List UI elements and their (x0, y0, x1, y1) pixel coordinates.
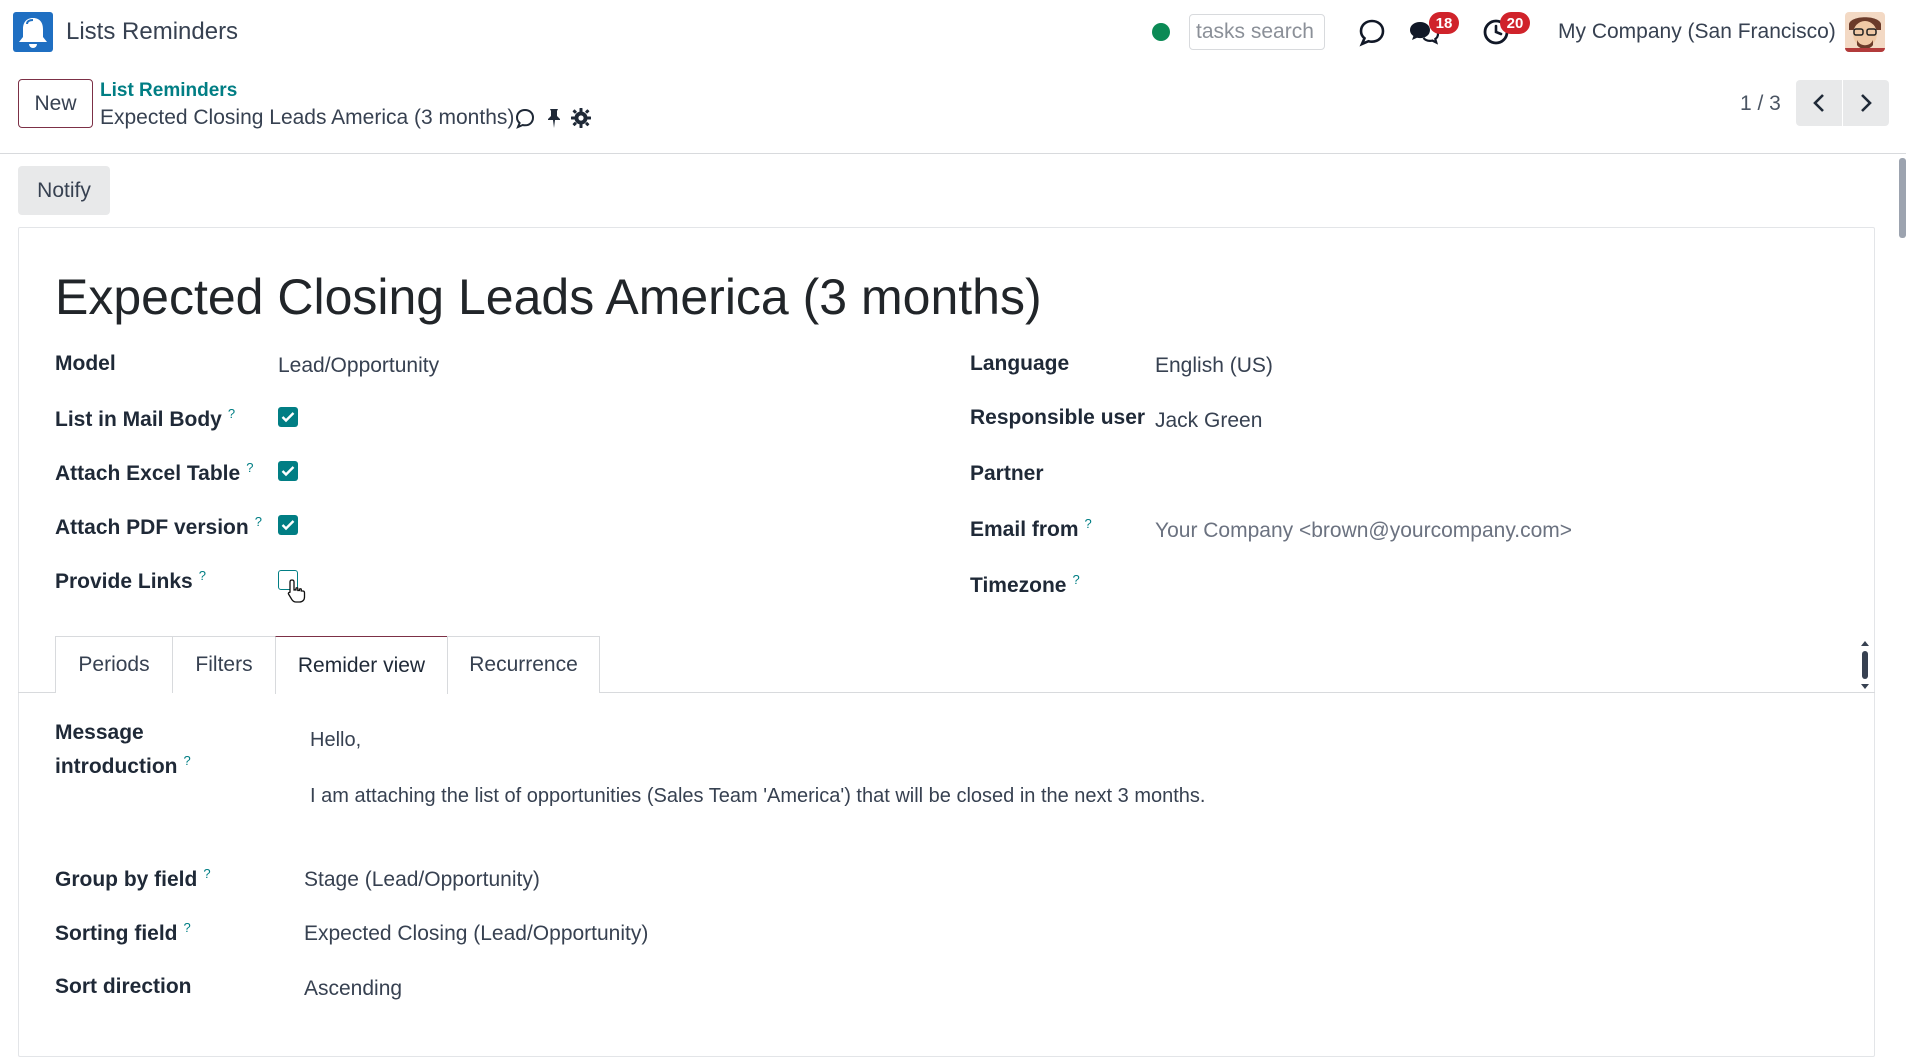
chatter-icon[interactable] (513, 106, 537, 130)
list-in-body-label-text: List in Mail Body (55, 408, 222, 431)
help-tooltip-icon[interactable]: ? (246, 460, 253, 475)
new-button[interactable]: New (18, 79, 93, 128)
group-by-value[interactable]: Stage (Lead/Opportunity) (304, 868, 540, 892)
email-from-label: Email from? (970, 516, 1092, 542)
help-tooltip-icon[interactable]: ? (1072, 572, 1079, 587)
help-tooltip-icon[interactable]: ? (199, 568, 206, 583)
email-from-label-text: Email from (970, 518, 1079, 541)
help-tooltip-icon[interactable]: ? (1085, 516, 1092, 531)
activities-count-badge: 20 (1500, 12, 1530, 34)
sort-direction-label: Sort direction (55, 975, 192, 998)
list-in-body-checkbox[interactable] (278, 407, 298, 427)
responsible-user-label: Responsible user (970, 406, 1146, 429)
chevron-left-icon (1813, 94, 1824, 112)
provide-links-label: Provide Links? (55, 568, 206, 594)
messages-count-badge: 18 (1429, 12, 1459, 34)
message-intro-line-2[interactable]: I am attaching the list of opportunities… (310, 785, 1206, 808)
help-tooltip-icon[interactable]: ? (184, 920, 191, 935)
notify-button[interactable]: Notify (18, 166, 110, 215)
bell-app-icon[interactable] (13, 12, 53, 52)
message-intro-label-text: introduction (55, 755, 178, 778)
sorting-field-label-text: Sorting field (55, 922, 178, 945)
attach-pdf-label: Attach PDF version? (55, 514, 262, 540)
help-tooltip-icon[interactable]: ? (255, 514, 262, 529)
pointer-cursor-icon (286, 578, 308, 604)
list-in-body-label: List in Mail Body? (55, 406, 235, 432)
language-value: English (US) (1155, 354, 1273, 377)
tab-periods[interactable]: Periods (55, 636, 173, 693)
attach-pdf-label-text: Attach PDF version (55, 516, 249, 539)
pager-previous-button[interactable] (1796, 80, 1842, 126)
partner-label: Partner (970, 462, 1044, 485)
sorting-field-label: Sorting field? (55, 920, 191, 946)
gear-icon[interactable] (569, 106, 593, 130)
company-switcher[interactable]: My Company (San Francisco) (1558, 20, 1836, 44)
responsible-user-value[interactable]: Jack Green (1155, 409, 1262, 433)
timezone-label-text: Timezone (970, 574, 1067, 597)
attach-excel-checkbox[interactable] (278, 461, 298, 481)
model-label: Model (55, 352, 116, 375)
chevron-right-icon (1861, 94, 1872, 112)
user-avatar[interactable] (1845, 12, 1885, 52)
sort-direction-value[interactable]: Ascending (304, 977, 402, 1001)
top-navbar: Lists Reminders 18 20 My Company (San Fr… (0, 0, 1906, 66)
breadcrumb-list-reminders[interactable]: List Reminders (100, 80, 237, 102)
model-value: Lead/Opportunity (278, 354, 440, 377)
tab-scroll-indicator[interactable] (1860, 640, 1870, 690)
provide-links-label-text: Provide Links (55, 570, 193, 593)
language-label: Language (970, 352, 1070, 375)
record-title[interactable]: Expected Closing Leads America (3 months… (55, 268, 1042, 326)
message-intro-label-line2: introduction? (55, 753, 191, 779)
chatter-discuss-icon[interactable] (1354, 14, 1390, 50)
presence-status-dot (1152, 23, 1170, 41)
message-intro-label-line1: Message (55, 721, 144, 744)
tab-recurrence[interactable]: Recurrence (447, 636, 600, 693)
page-scrollbar[interactable] (1899, 158, 1906, 238)
group-by-label-text: Group by field (55, 868, 198, 891)
timezone-label: Timezone? (970, 572, 1080, 598)
pager-next-button[interactable] (1843, 80, 1889, 126)
app-title[interactable]: Lists Reminders (66, 18, 238, 46)
sorting-field-value[interactable]: Expected Closing (Lead/Opportunity) (304, 922, 648, 946)
attach-excel-label: Attach Excel Table? (55, 460, 253, 486)
pin-icon[interactable] (542, 106, 566, 130)
email-from-value[interactable]: Your Company <brown@yourcompany.com> (1155, 519, 1572, 543)
group-by-label: Group by field? (55, 866, 211, 892)
message-intro-line-1[interactable]: Hello, (310, 729, 361, 752)
tab-reminder-view[interactable]: Remider view (275, 636, 448, 694)
help-tooltip-icon[interactable]: ? (183, 753, 190, 768)
tasks-search-input[interactable] (1189, 14, 1325, 50)
pager-value[interactable]: 1 / 3 (1740, 92, 1781, 116)
attach-pdf-checkbox[interactable] (278, 515, 298, 535)
attach-excel-label-text: Attach Excel Table (55, 462, 241, 485)
breadcrumb-current-record: Expected Closing Leads America (3 months… (100, 106, 515, 129)
help-tooltip-icon[interactable]: ? (203, 866, 210, 881)
help-tooltip-icon[interactable]: ? (228, 406, 235, 421)
tab-filters[interactable]: Filters (172, 636, 276, 693)
